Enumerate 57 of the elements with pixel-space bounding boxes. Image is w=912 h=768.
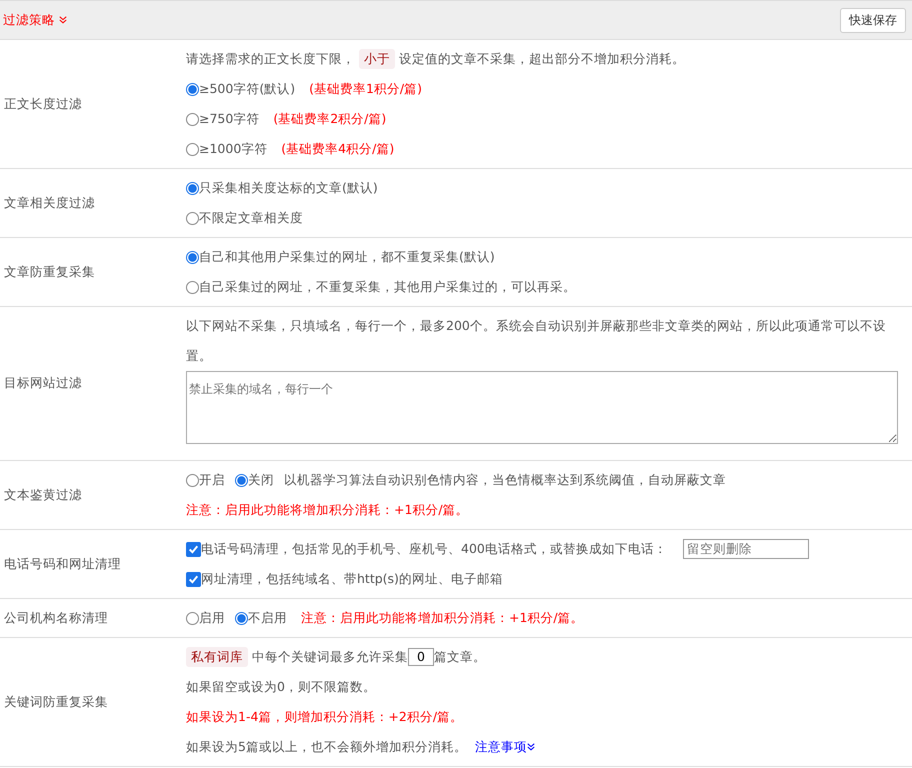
row-label: 正文长度过滤: [3, 96, 83, 112]
row-label: 关键词防重复采集: [3, 694, 109, 710]
option-label: 关闭: [248, 471, 274, 489]
warning-text: (基础费率4积分/篇): [281, 140, 394, 158]
warning-text: 如果设为1-4篇，则增加积分消耗：+2积分/篇。: [186, 708, 464, 726]
keyword-tag: 小于: [359, 49, 395, 69]
radio-button[interactable]: [186, 474, 199, 486]
warning-text: 注意：启用此功能将增加积分消耗：+1积分/篇。: [301, 609, 584, 627]
option-label: 网址清理，包括纯域名、带http(s)的网址、电子邮箱: [201, 570, 503, 588]
keyword-tag: 私有词库: [186, 647, 248, 667]
notes-link[interactable]: 注意事项: [474, 732, 527, 762]
option-label: 电话号码清理，包括常见的手机号、座机号、400电话格式，或替换成如下电话：: [201, 540, 667, 558]
radio-button[interactable]: [186, 250, 199, 264]
warning-text: 注意：启用此功能将增加积分消耗：+1积分/篇。: [186, 501, 469, 519]
option-label: 不限定文章相关度: [199, 209, 303, 227]
radio-button[interactable]: [186, 82, 199, 96]
option-label: 只采集相关度达标的文章(默认): [199, 179, 378, 197]
option-label: 开启: [199, 471, 225, 489]
option-label: ≥500字符(默认): [199, 80, 296, 98]
option-label: 不启用: [248, 609, 287, 627]
chevron-icon: [526, 743, 535, 751]
description-text: 篇文章。: [434, 648, 486, 666]
save-button[interactable]: 快速保存: [840, 8, 906, 32]
option-label: ≥750字符: [199, 110, 260, 128]
phone-field[interactable]: 留空则删除: [682, 539, 809, 559]
warning-text: (基础费率1积分/篇): [309, 80, 422, 98]
description-text: 以下网站不采集，只填域名，每行一个，最多200个。系统会自动识别并屏蔽那些非文章类的网站，所以此项通常可以不设置。: [186, 317, 887, 365]
domain-field[interactable]: 禁止采集的域名，每行一个: [186, 371, 898, 444]
radio-button[interactable]: [186, 182, 199, 194]
description-text: 如果设为5篇或以上，也不会额外增加积分消耗。: [186, 738, 467, 756]
row-label: 文章防重复采集: [3, 264, 96, 280]
warning-text: (基础费率2积分/篇): [273, 110, 386, 128]
count-field[interactable]: 0: [408, 648, 434, 666]
option-label: 自己和其他用户采集过的网址，都不重复采集(默认): [199, 248, 495, 266]
checkbox[interactable]: [186, 542, 201, 556]
row-label: 目标网站过滤: [3, 375, 83, 392]
radio-button[interactable]: [186, 280, 199, 294]
chevron-icon: [59, 16, 67, 24]
radio-button[interactable]: [186, 142, 199, 156]
row-label: 公司机构名称清理: [3, 610, 109, 626]
radio-button[interactable]: [235, 612, 248, 624]
radio-button[interactable]: [186, 112, 199, 126]
description-text: 如果留空或设为0，则不限篇数。: [186, 678, 376, 696]
option-label: ≥1000字符: [199, 140, 268, 158]
row-label: 文本鉴黄过滤: [3, 486, 83, 504]
option-label: 自己采集过的网址，不重复采集，其他用户采集过的，可以再采。: [199, 278, 576, 296]
description-text: 设定值的文章不采集，超出部分不增加积分消耗。: [399, 50, 685, 68]
description-text: 请选择需求的正文长度下限，: [186, 50, 355, 68]
description-text: 中每个关键词最多允许采集: [252, 648, 408, 666]
radio-button[interactable]: [186, 212, 199, 224]
option-label: 启用: [199, 609, 225, 627]
checkbox[interactable]: [186, 572, 201, 586]
radio-button[interactable]: [235, 474, 248, 486]
row-label: 文章相关度过滤: [3, 194, 96, 212]
row-label: 电话号码和网址清理: [3, 556, 122, 572]
radio-button[interactable]: [186, 612, 199, 624]
description-text: 以机器学习算法自动识别色情内容，当色情概率达到系统阈值，自动屏蔽文章: [284, 471, 726, 489]
